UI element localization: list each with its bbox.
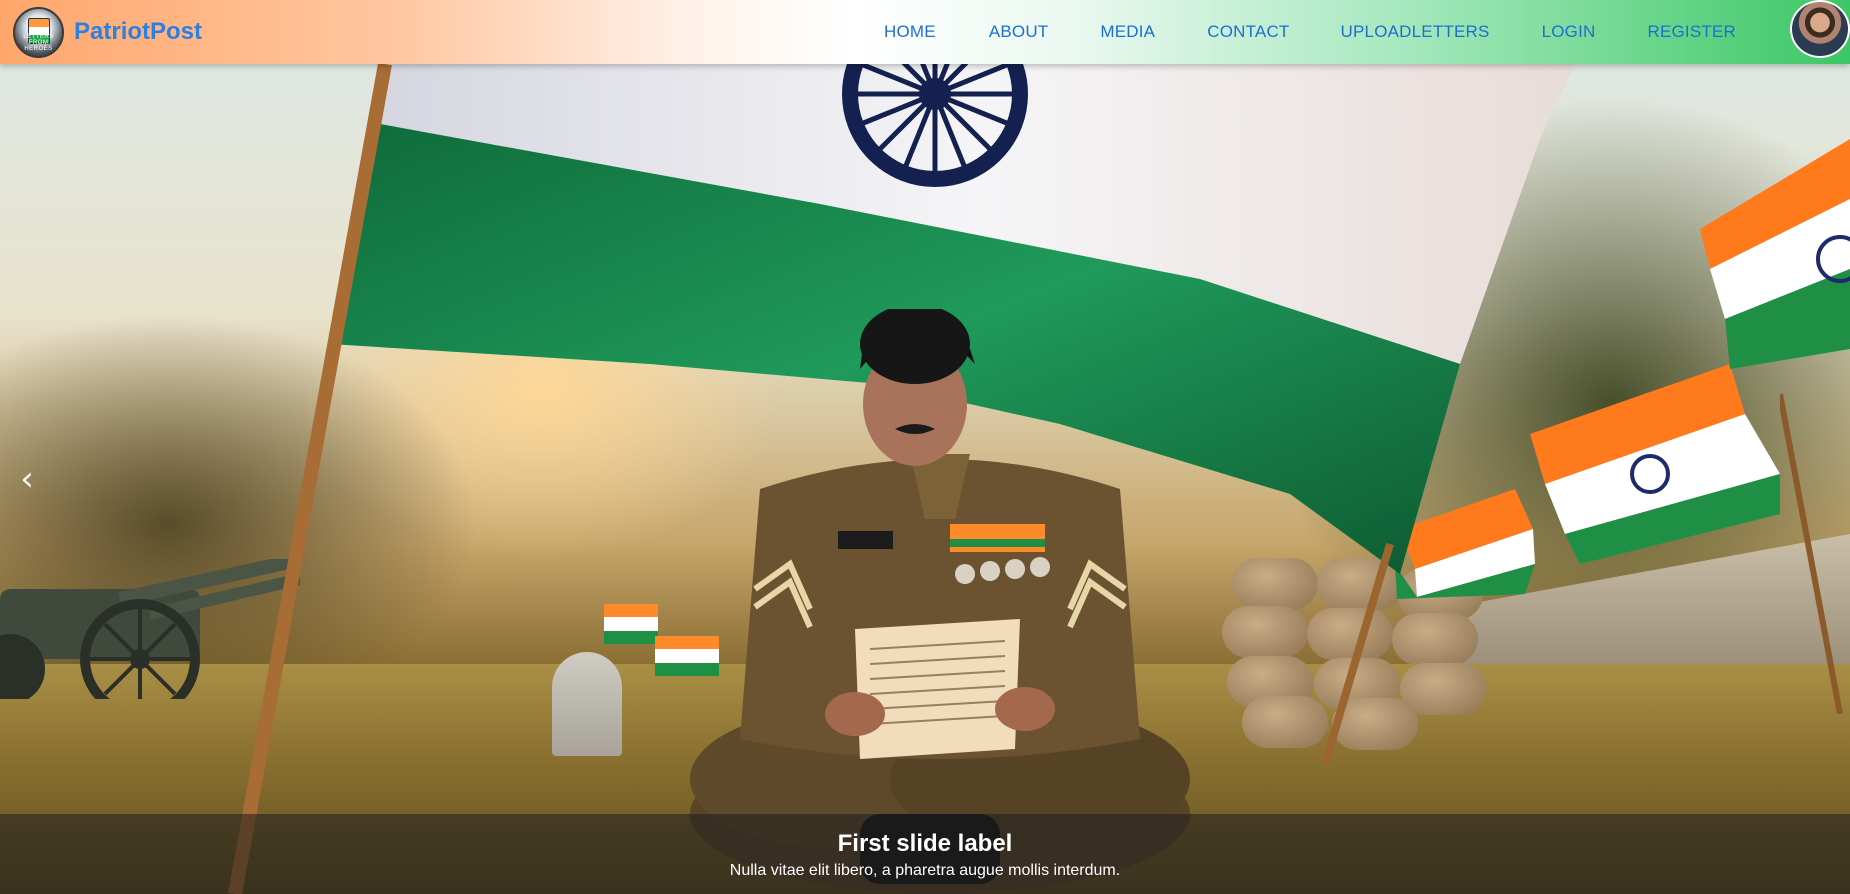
nav-link-about[interactable]: ABOUT	[989, 22, 1049, 42]
chevron-left-icon: ‹	[20, 459, 34, 499]
patriotpost-logo-icon: LETTERS FROM HEROES	[13, 6, 64, 58]
nav-link-media[interactable]: MEDIA	[1100, 22, 1155, 42]
caption-text: Nulla vitae elit libero, a pharetra augu…	[729, 862, 1121, 879]
nav-link-uploadletters[interactable]: UPLOADLETTERS	[1341, 22, 1490, 42]
logo-ring-text: LETTERS FROM HEROES	[23, 33, 54, 52]
soldier-figure	[690, 309, 1190, 894]
nav-link-login[interactable]: LOGIN	[1542, 22, 1596, 42]
nav-links: HOME ABOUT MEDIA CONTACT UPLOADLETTERS L…	[884, 0, 1736, 64]
nav-link-register[interactable]: REGISTER	[1647, 22, 1736, 42]
navbar: LETTERS FROM HEROES PatriotPost HOME ABO…	[0, 0, 1850, 64]
user-avatar-icon[interactable]	[1790, 0, 1850, 58]
brand-name: PatriotPost	[74, 18, 203, 45]
hero-carousel: ‹ First slide label Nulla vitae elit lib…	[0, 64, 1850, 894]
caption-title: First slide label	[837, 830, 1013, 857]
carousel-prev-button[interactable]: ‹	[0, 64, 54, 894]
brand-link[interactable]: LETTERS FROM HEROES PatriotPost	[13, 6, 203, 58]
slide-image	[0, 64, 1850, 894]
slide-caption: First slide label Nulla vitae elit liber…	[0, 814, 1850, 894]
nav-link-contact[interactable]: CONTACT	[1207, 22, 1289, 42]
nav-link-home[interactable]: HOME	[884, 22, 936, 42]
